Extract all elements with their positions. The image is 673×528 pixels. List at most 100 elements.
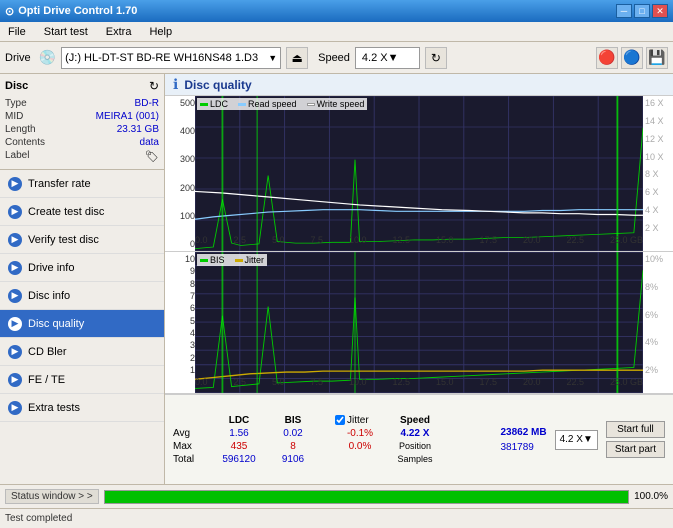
- disc-length-label: Length: [5, 124, 36, 135]
- nav-icon-disc-info: ▶: [8, 289, 22, 303]
- nav-label-disc-info: Disc info: [28, 290, 70, 302]
- app-icon: ⊙: [5, 5, 14, 18]
- disc-refresh-icon[interactable]: ↻: [149, 79, 159, 93]
- disc-mid-label: MID: [5, 111, 23, 122]
- sidebar: Disc ↻ Type BD-R MID MEIRA1 (001) Length…: [0, 74, 165, 484]
- speed-select[interactable]: 4.2 X ▼: [355, 47, 420, 69]
- nav-item-verify-test-disc[interactable]: ▶ Verify test disc: [0, 226, 164, 254]
- total-bis: 9106: [273, 454, 313, 465]
- avg-ldc: 1.56: [210, 428, 268, 439]
- app-title: Opti Drive Control 1.70: [18, 5, 137, 17]
- menu-help[interactable]: Help: [146, 25, 175, 39]
- avg-speed: 4.22 X: [390, 428, 440, 439]
- samples-value: 381789: [500, 442, 533, 453]
- content-area: ℹ Disc quality: [165, 74, 673, 484]
- nav-icon-drive-info: ▶: [8, 261, 22, 275]
- max-speed-label: Position: [390, 441, 440, 452]
- charts-container: 5004003002001000 16 X14 X12 X10 X8 X6 X4…: [165, 96, 673, 484]
- chart-title-icon: ℹ: [173, 76, 178, 93]
- close-button[interactable]: ✕: [652, 4, 668, 18]
- nav-label-cd-bler: CD Bler: [28, 346, 67, 358]
- nav-label-drive-info: Drive info: [28, 262, 74, 274]
- col-jitter: Jitter: [335, 415, 385, 426]
- drive-icon: 💿: [39, 49, 56, 66]
- avg-jitter: -0.1%: [335, 428, 385, 439]
- jitter-checkbox[interactable]: [335, 415, 345, 425]
- col-speed: Speed: [390, 415, 440, 426]
- toolbar-btn-1[interactable]: 🔴: [596, 47, 618, 69]
- nav-icon-disc-quality: ▶: [8, 317, 22, 331]
- disc-contents-value: data: [140, 137, 159, 148]
- disc-section: Disc ↻ Type BD-R MID MEIRA1 (001) Length…: [0, 74, 164, 170]
- maximize-button[interactable]: □: [634, 4, 650, 18]
- bottom-status-text: Test completed: [5, 513, 72, 524]
- disc-type-label: Type: [5, 98, 27, 109]
- row-total-label: Total: [173, 454, 205, 465]
- max-jitter: 0.0%: [335, 441, 385, 452]
- disc-type-value: BD-R: [135, 98, 159, 109]
- menu-extra[interactable]: Extra: [103, 25, 135, 39]
- eject-button[interactable]: ⏏: [286, 47, 308, 69]
- toolbar: Drive 💿 (J:) HL-DT-ST BD-RE WH16NS48 1.D…: [0, 42, 673, 74]
- nav-icon-transfer-rate: ▶: [8, 177, 22, 191]
- disc-label-label: Label: [5, 150, 29, 163]
- nav-item-extra-tests[interactable]: ▶ Extra tests: [0, 394, 164, 422]
- nav-item-disc-quality[interactable]: ▶ Disc quality: [0, 310, 164, 338]
- nav-label-disc-quality: Disc quality: [28, 318, 84, 330]
- nav-item-drive-info[interactable]: ▶ Drive info: [0, 254, 164, 282]
- stats-area: LDC BIS Jitter Speed Avg 1.5: [165, 394, 673, 484]
- disc-mid-value: MEIRA1 (001): [96, 111, 159, 122]
- menu-start-test[interactable]: Start test: [41, 25, 91, 39]
- speed-dropdown[interactable]: 4.2 X ▼: [555, 430, 598, 450]
- speed-label: Speed: [318, 52, 350, 64]
- drive-select[interactable]: (J:) HL-DT-ST BD-RE WH16NS48 1.D3 ▼: [61, 47, 281, 69]
- col-bis: BIS: [273, 415, 313, 426]
- position-value: 23862 MB: [500, 427, 546, 438]
- minimize-button[interactable]: ─: [616, 4, 632, 18]
- total-speed-label: Samples: [390, 454, 440, 465]
- refresh-button[interactable]: ↻: [425, 47, 447, 69]
- total-ldc: 596120: [210, 454, 268, 465]
- max-bis: 8: [273, 441, 313, 452]
- nav-label-fe-te: FE / TE: [28, 374, 65, 386]
- status-bar: Status window > > 100.0%: [0, 484, 673, 508]
- row-avg-label: Avg: [173, 428, 205, 439]
- status-window-button[interactable]: Status window > >: [5, 489, 99, 504]
- speed-value: 4.2 X: [362, 52, 388, 64]
- title-bar: ⊙ Opti Drive Control 1.70 ─ □ ✕: [0, 0, 673, 22]
- disc-contents-label: Contents: [5, 137, 45, 148]
- nav-item-create-test-disc[interactable]: ▶ Create test disc: [0, 198, 164, 226]
- nav-item-fe-te[interactable]: ▶ FE / TE: [0, 366, 164, 394]
- top-chart-svg: [195, 96, 643, 251]
- drive-dropdown-arrow: ▼: [268, 53, 277, 63]
- start-full-button[interactable]: Start full: [606, 421, 665, 438]
- menu-file[interactable]: File: [5, 25, 29, 39]
- nav-item-cd-bler[interactable]: ▶ CD Bler: [0, 338, 164, 366]
- nav-label-extra-tests: Extra tests: [28, 402, 80, 414]
- nav-item-transfer-rate[interactable]: ▶ Transfer rate: [0, 170, 164, 198]
- nav-icon-create-test-disc: ▶: [8, 205, 22, 219]
- nav-item-disc-info[interactable]: ▶ Disc info: [0, 282, 164, 310]
- drive-name: (J:) HL-DT-ST BD-RE WH16NS48 1.D3: [65, 52, 268, 64]
- bottom-chart-panel: 10987654321 10%8%6%4%2% 0.02.55.07.510.0…: [165, 252, 673, 394]
- drive-label: Drive: [5, 52, 31, 64]
- nav-label-verify-test-disc: Verify test disc: [28, 234, 99, 246]
- nav-icon-fe-te: ▶: [8, 373, 22, 387]
- top-chart-panel: 5004003002001000 16 X14 X12 X10 X8 X6 X4…: [165, 96, 673, 252]
- menu-bar: File Start test Extra Help: [0, 22, 673, 42]
- toolbar-btn-2[interactable]: 🔵: [621, 47, 643, 69]
- speed-arrow: ▼: [388, 52, 399, 64]
- progress-bar-container: [104, 490, 629, 504]
- disc-title: Disc: [5, 80, 28, 92]
- disc-label-icon[interactable]: 🏷: [145, 150, 159, 163]
- nav-icon-cd-bler: ▶: [8, 345, 22, 359]
- row-max-label: Max: [173, 441, 205, 452]
- chart-title-bar: ℹ Disc quality: [165, 74, 673, 96]
- progress-percent: 100.0%: [634, 491, 668, 502]
- start-buttons: Start full Start part: [606, 421, 665, 458]
- disc-length-value: 23.31 GB: [117, 124, 159, 135]
- chart-title-text: Disc quality: [184, 78, 251, 92]
- nav-label-transfer-rate: Transfer rate: [28, 178, 91, 190]
- start-part-button[interactable]: Start part: [606, 441, 665, 458]
- save-button[interactable]: 💾: [646, 47, 668, 69]
